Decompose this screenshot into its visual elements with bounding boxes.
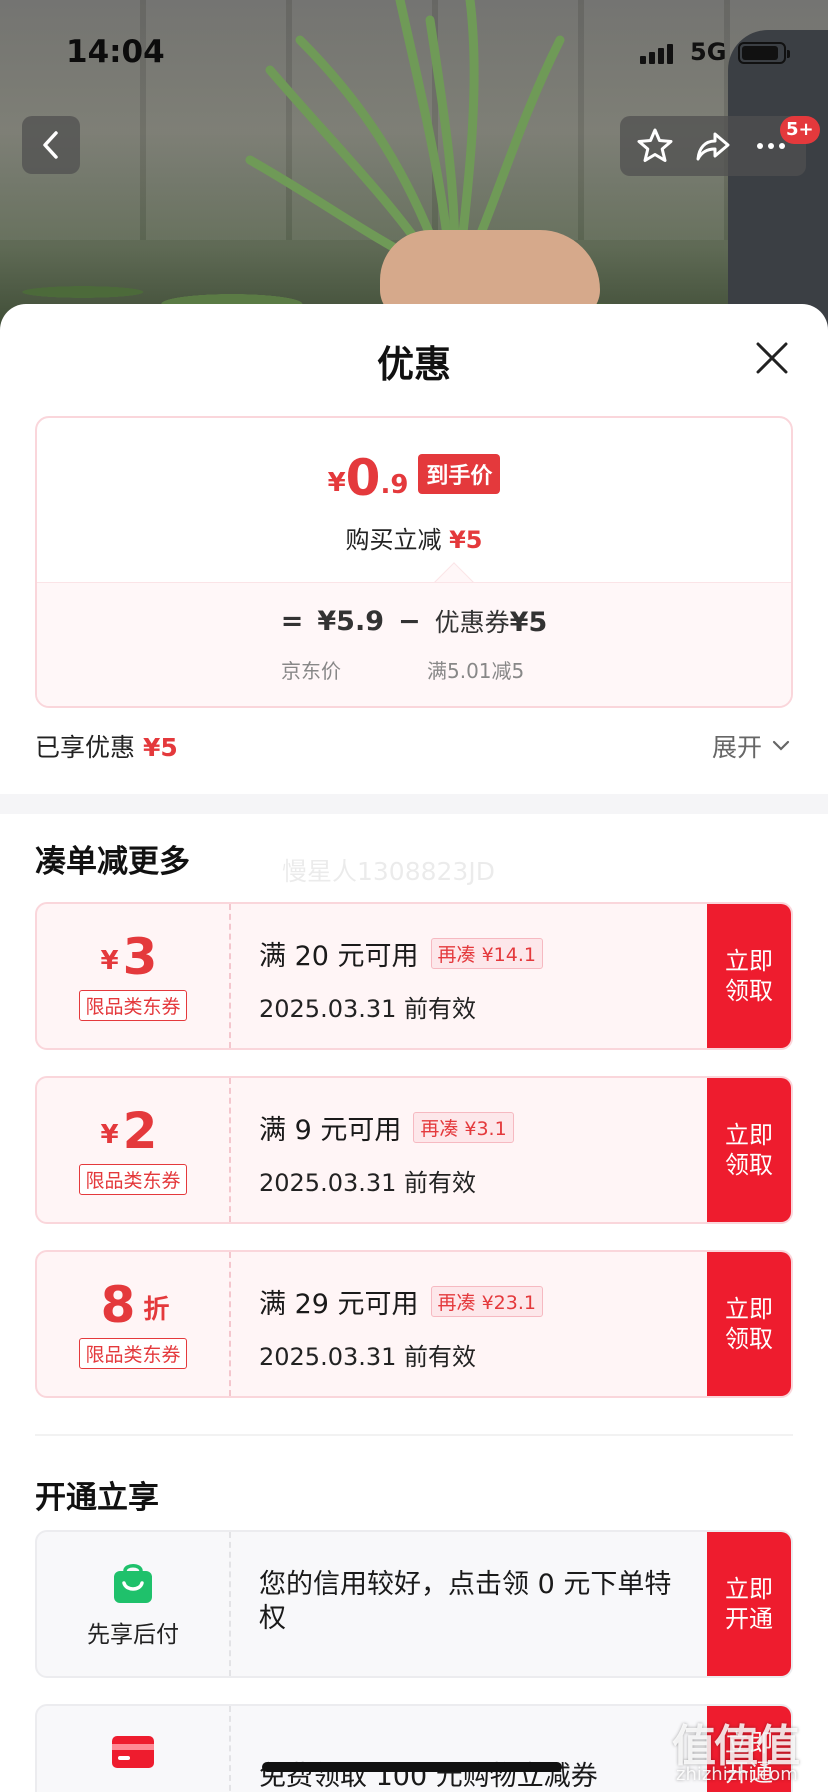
section-gap [0,794,828,814]
message-count-badge: 5+ [780,116,820,144]
coupon-amount: ¥ 2 [100,1101,158,1160]
jd-price-label: 京东价 [281,659,341,683]
star-icon[interactable] [635,126,675,166]
coupon-validity: 2025.03.31 前有效 [259,1169,477,1197]
section-title-open: 开通立享 [35,1480,159,1516]
coupon-condition: 满 20 元可用 [259,941,419,972]
coupon-rule: 满5.01减5 [427,659,525,683]
section-title-more: 凑单减更多 [35,844,190,880]
discount-sheet: 优惠 ¥ 0 .9 到手价 购买立减 ¥5 = ¥5.9 − 优惠券¥5 京东价… [0,304,828,1792]
coupon-card: ¥ 3 限品类东券 满 20 元可用 再凑 ¥14.1 2025.03.31 前… [35,902,793,1050]
chevron-left-icon [43,131,58,159]
chevron-down-icon [772,740,790,751]
coupon-kind: 限品类东券 [79,989,187,1021]
section-divider [35,1434,793,1436]
coupon-validity: 2025.03.31 前有效 [259,995,477,1023]
claim-coupon-button[interactable]: 立即 领取 [707,904,791,1048]
coupon-kind: 限品类东券 [79,1163,187,1195]
coupon-gap-badge: 再凑 ¥23.1 [430,1286,543,1317]
coupon-amount: ¥ 3 [100,927,158,986]
claim-coupon-button[interactable]: 立即 领取 [707,1078,791,1222]
share-icon[interactable] [693,126,733,166]
nav-action-group [620,116,806,176]
card-icon [112,1736,154,1768]
coupon-condition: 满 29 元可用 [259,1289,419,1320]
price-breakdown: = ¥5.9 − 优惠券¥5 京东价 满5.01减5 [37,582,791,706]
claim-coupon-button[interactable]: 立即 领取 [707,1252,791,1396]
status-bar: 14:04 5G [0,0,828,100]
service-description: 您的信用较好，点击领 0 元下单特权 [259,1569,672,1634]
activate-service-button[interactable]: 立即 开通 [707,1532,791,1676]
instant-discount: 购买立减 ¥5 [345,526,483,554]
site-watermark-url: zhizhizhi.com [676,1764,798,1785]
final-price-section: ¥ 0 .9 到手价 购买立减 ¥5 [37,418,791,582]
coupon-card: ¥ 2 限品类东券 满 9 元可用 再凑 ¥3.1 2025.03.31 前有效… [35,1076,793,1224]
coupon-value: ¥5 [509,607,548,638]
coupon-validity: 2025.03.31 前有效 [259,1343,477,1371]
service-name: 先享后付 [87,1622,179,1648]
final-price: ¥ 0 .9 [327,449,409,507]
coupon-kind: 限品类东券 [79,1337,187,1369]
price-formula: = ¥5.9 − 优惠券¥5 [280,605,548,639]
close-icon[interactable] [754,340,790,376]
battery-icon [738,42,790,64]
sheet-title: 优惠 [377,343,451,386]
coupon-gap-badge: 再凑 ¥14.1 [430,938,543,969]
coupon-condition: 满 9 元可用 [259,1115,402,1146]
coupon-gap-badge: 再凑 ¥3.1 [413,1112,514,1143]
jd-price: ¥5.9 [317,605,385,637]
status-time: 14:04 [66,34,165,70]
user-watermark: 慢星人1308823JD [282,857,495,886]
coupon-amount: 8 折 [100,1275,170,1334]
enjoyed-discount: 已享优惠 ¥5 [35,733,178,762]
back-button[interactable] [22,116,80,174]
final-price-tag: 到手价 [418,454,501,494]
signal-icon [640,42,673,64]
coupon-label: 优惠券 [434,608,510,637]
coupon-card: 8 折 限品类东券 满 29 元可用 再凑 ¥23.1 2025.03.31 前… [35,1250,793,1398]
expand-button[interactable]: 展开 [712,728,790,764]
final-price-card: ¥ 0 .9 到手价 购买立减 ¥5 = ¥5.9 − 优惠券¥5 京东价 满5… [35,416,793,708]
home-indicator [262,1762,562,1772]
shopping-bag-icon [114,1564,152,1603]
service-card: 先享后付 您的信用较好，点击领 0 元下单特权 立即 开通 [35,1530,793,1678]
network-type: 5G [690,38,727,66]
